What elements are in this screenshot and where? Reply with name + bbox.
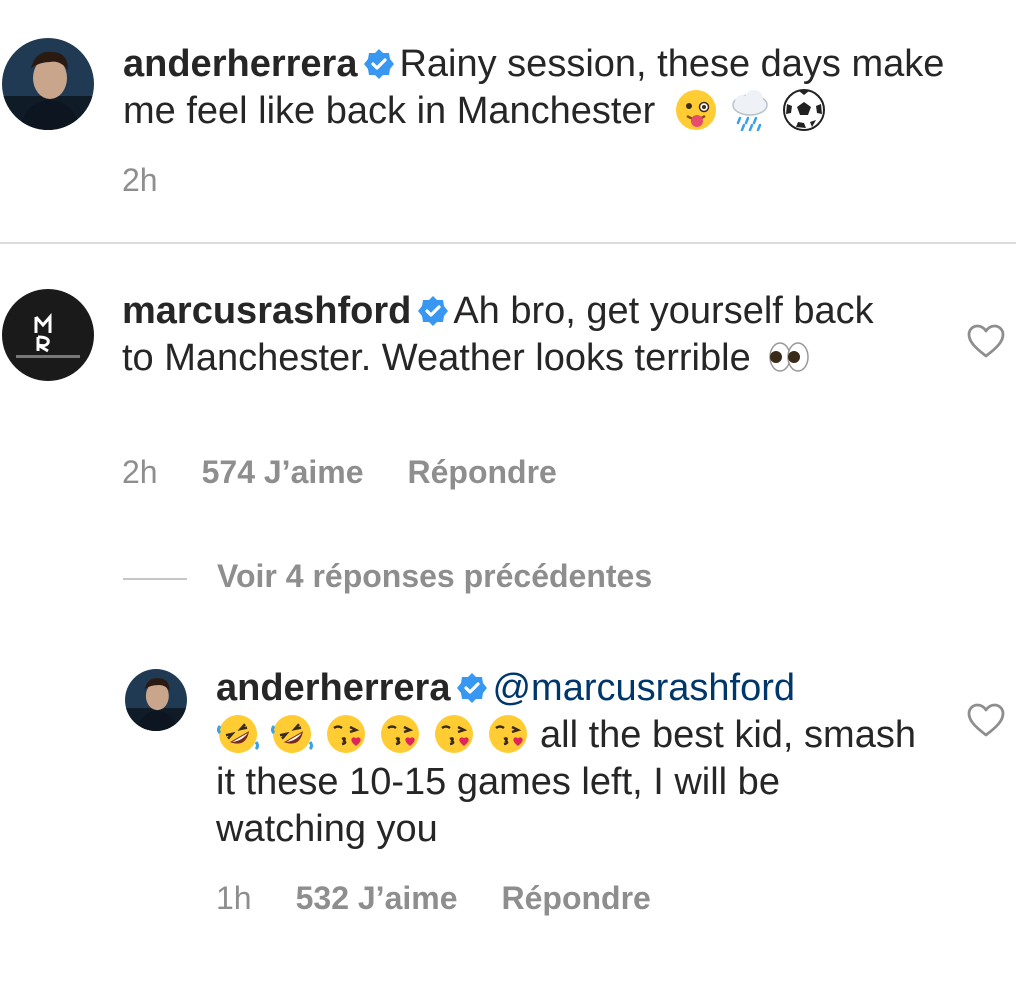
replies-divider-line	[123, 577, 187, 580]
view-previous-replies-button[interactable]: Voir 4 réponses précédentes	[123, 558, 652, 595]
post-caption: anderherrera Rainy session, these days ma…	[0, 0, 1016, 244]
kissing-heart-emoji-icon	[486, 712, 530, 756]
kissing-heart-emoji-icon	[324, 712, 368, 756]
avatar-photo-icon	[125, 669, 187, 731]
like-reply-heart-icon[interactable]	[966, 701, 1006, 741]
kissing-heart-emoji-icon	[378, 712, 422, 756]
comment-meta: 2h 574 J’aime Répondre	[122, 454, 601, 491]
caption-meta: 2h	[122, 162, 202, 199]
winking-tongue-emoji-icon	[674, 88, 718, 132]
reply-reply-button[interactable]: Répondre	[502, 880, 651, 916]
comment-reply-button[interactable]: Répondre	[408, 454, 557, 490]
view-previous-replies-label: Voir 4 réponses précédentes	[217, 558, 653, 594]
avatar-anderherrera-reply[interactable]	[125, 669, 187, 731]
reply-username[interactable]: anderherrera	[216, 667, 450, 709]
verified-badge-icon	[456, 672, 488, 704]
reply-text: all the best kid, smash it these 10-15 g…	[216, 714, 916, 850]
caption-divider	[0, 242, 1016, 244]
mr-logo-icon	[2, 289, 94, 381]
like-comment-heart-icon[interactable]	[966, 322, 1006, 362]
avatar-anderherrera[interactable]	[2, 38, 94, 130]
verified-badge-icon	[417, 295, 449, 327]
verified-badge-icon	[363, 48, 395, 80]
comment-timestamp: 2h	[122, 454, 158, 490]
comment-likes-count[interactable]: 574 J’aime	[202, 454, 364, 490]
rolling-laughing-emoji-icon	[270, 712, 314, 756]
comment-username[interactable]: marcusrashford	[122, 290, 411, 332]
comment-text-block: marcusrashford Ah bro, get yourself back …	[122, 288, 902, 382]
caption-timestamp: 2h	[122, 162, 158, 198]
soccer-ball-emoji-icon	[782, 88, 826, 132]
reply-timestamp: 1h	[216, 880, 252, 916]
reply-likes-count[interactable]: 532 J’aime	[296, 880, 458, 916]
kissing-heart-emoji-icon	[432, 712, 476, 756]
avatar-marcusrashford[interactable]	[2, 289, 94, 381]
reply-text-block: anderherrera @marcusrashford all the best …	[216, 665, 916, 853]
eyes-emoji-icon	[767, 335, 811, 379]
reply-meta: 1h 532 J’aime Répondre	[216, 880, 695, 917]
rain-cloud-emoji-icon	[728, 88, 772, 132]
reply-mention-link[interactable]: @marcusrashford	[492, 667, 795, 709]
caption-text-block: anderherrera Rainy session, these days ma…	[123, 41, 1003, 135]
avatar-photo-icon	[2, 38, 94, 130]
rolling-laughing-emoji-icon	[216, 712, 260, 756]
caption-username[interactable]: anderherrera	[123, 43, 357, 85]
